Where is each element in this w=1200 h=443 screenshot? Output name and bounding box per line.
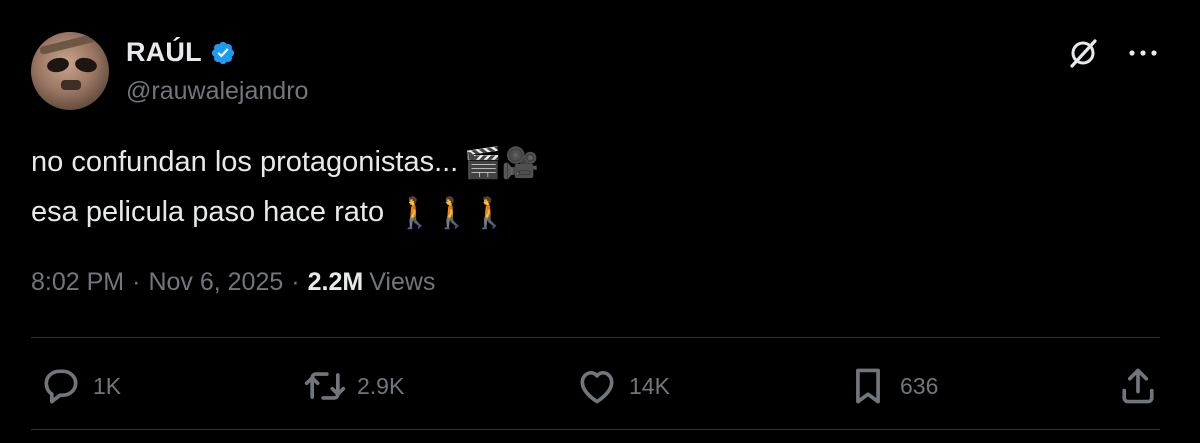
tweet-text-line: esa pelicula paso hace rato 🚶🚶🚶 — [31, 188, 1151, 238]
avatar[interactable] — [31, 32, 109, 110]
share-button[interactable] — [1116, 364, 1160, 408]
avatar-detail — [73, 56, 99, 74]
author-name-row[interactable]: RAÚL — [126, 37, 236, 68]
tweet-text-line: no confundan los protagonistas... 🎬🎥 — [31, 138, 1151, 188]
emoji-clapper-camera: 🎬🎥 — [464, 146, 539, 181]
tweet: RAÚL @rauwalejandro no confundan los pro… — [0, 0, 1200, 443]
author-name[interactable]: RAÚL — [126, 37, 202, 68]
tweet-date[interactable]: Nov 6, 2025 — [148, 268, 283, 297]
retweet-count: 2.9K — [357, 372, 405, 399]
like-icon — [580, 370, 614, 404]
meta-separator: · — [132, 268, 141, 296]
bookmark-icon — [856, 368, 880, 404]
tweet-text-content: esa pelicula paso hace rato — [31, 196, 385, 228]
meta-separator: · — [291, 268, 300, 296]
tweet-text-content: no confundan los protagonistas... — [31, 146, 459, 178]
reply-count: 1K — [93, 372, 122, 399]
views-label: Views — [369, 268, 436, 296]
verified-badge-icon — [211, 41, 234, 64]
author-handle[interactable]: @rauwalejandro — [126, 77, 308, 106]
retweet-icon — [304, 372, 346, 400]
tweet-time[interactable]: 8:02 PM — [31, 268, 124, 297]
avatar-detail — [38, 32, 100, 56]
action-bar: 1K 2.9K 14K 636 — [31, 364, 1160, 410]
like-count: 14K — [629, 372, 670, 399]
divider — [31, 337, 1160, 338]
more-icon[interactable] — [1126, 36, 1160, 70]
tweet-text: no confundan los protagonistas... 🎬🎥 esa … — [31, 138, 1151, 238]
emoji-walking: 🚶🚶🚶 — [396, 196, 509, 231]
bookmark-button[interactable]: 636 — [846, 364, 938, 408]
like-button[interactable]: 14K — [575, 364, 670, 408]
top-actions — [1066, 36, 1160, 70]
tweet-meta: 8:02 PM · Nov 6, 2025 · 2.2M Views — [31, 268, 435, 297]
reply-button[interactable]: 1K — [39, 364, 121, 408]
views-count: 2.2M — [307, 268, 364, 296]
retweet-button[interactable]: 2.9K — [303, 364, 404, 408]
avatar-detail — [45, 56, 71, 74]
divider — [31, 429, 1160, 430]
bookmark-count: 636 — [900, 372, 939, 399]
reply-icon — [44, 369, 78, 404]
share-icon — [1122, 368, 1154, 404]
grok-icon[interactable] — [1066, 36, 1100, 70]
avatar-detail — [61, 80, 81, 90]
